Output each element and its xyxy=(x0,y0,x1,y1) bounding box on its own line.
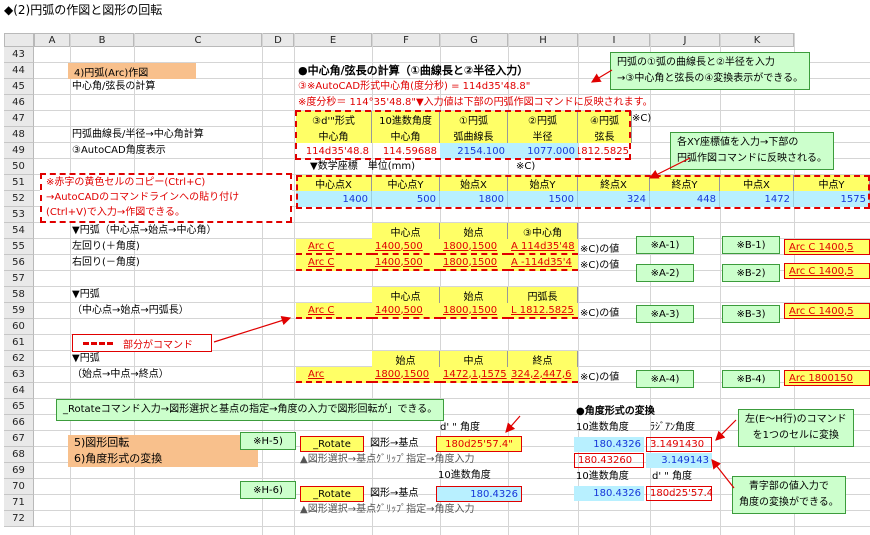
spreadsheet-screenshot: ◆(2)円弧の作図と図形の回転 ABCDEFGHIJK 43 44 45 46 47 48… xyxy=(0,0,870,535)
arrow-rotate xyxy=(505,415,521,433)
arrow-conv xyxy=(715,419,737,441)
arrow-legend xyxy=(213,315,292,343)
annotation-arrows xyxy=(213,69,737,489)
arrow-top xyxy=(590,69,613,83)
arrow-xy xyxy=(648,157,691,179)
arrow-blue xyxy=(711,459,735,489)
